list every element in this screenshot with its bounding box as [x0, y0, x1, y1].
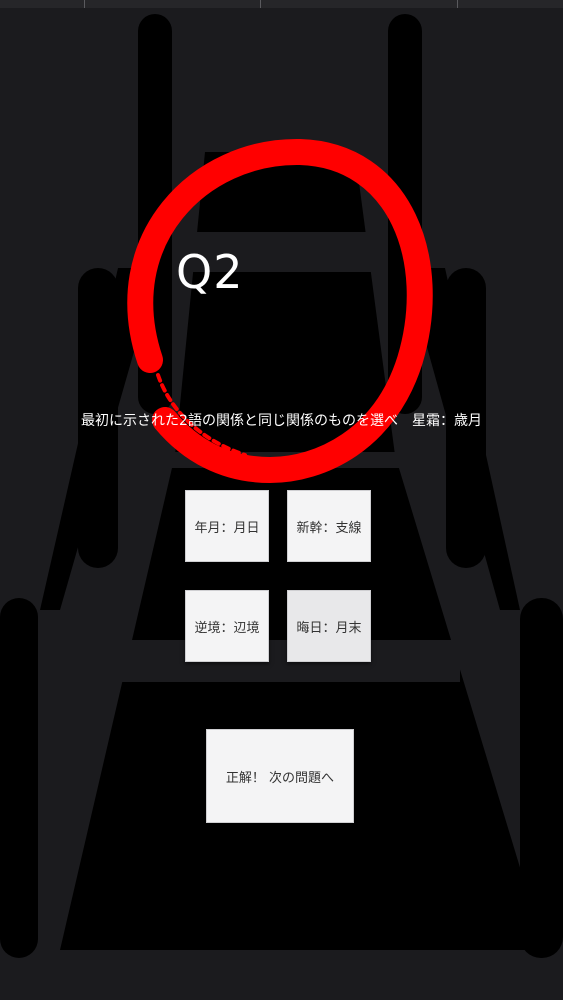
backdrop-band — [140, 452, 410, 468]
quiz-screen: Q2 最初に示された2語の関係と同じ関係のものを選べ 星霜：歳月 年月：月日 新… — [0, 0, 563, 1000]
answer-option-4[interactable]: 晦日：月末 — [287, 590, 371, 662]
answer-option-1[interactable]: 年月：月日 — [185, 490, 269, 562]
backdrop-post — [138, 14, 172, 414]
background-artwork — [0, 14, 563, 958]
answer-option-3[interactable]: 逆境：辺境 — [185, 590, 269, 662]
backdrop-side — [0, 598, 38, 958]
backdrop-band — [100, 640, 460, 682]
next-question-button[interactable]: 正解！ 次の問題へ — [206, 729, 354, 823]
question-text: 最初に示された2語の関係と同じ関係のものを選べ 星霜：歳月 — [81, 413, 482, 429]
backdrop-side — [520, 598, 563, 958]
backdrop-post — [388, 14, 422, 414]
question-number: Q2 — [176, 245, 244, 299]
answer-option-2[interactable]: 新幹：支線 — [287, 490, 371, 562]
